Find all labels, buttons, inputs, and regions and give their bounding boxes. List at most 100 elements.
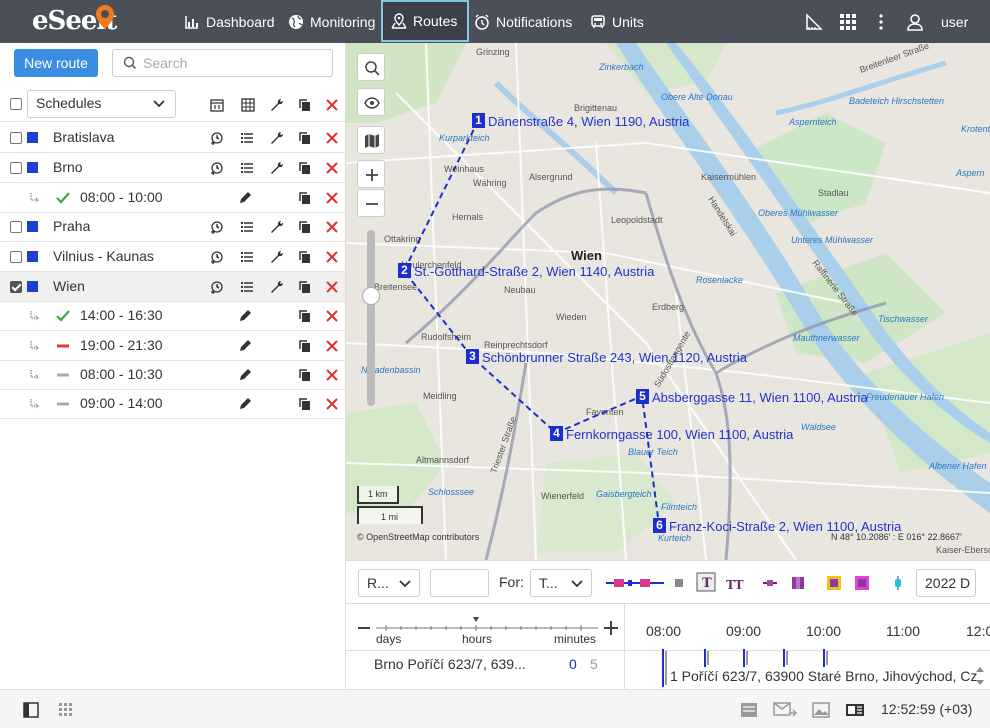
double-text-icon[interactable]: TT <box>725 575 745 593</box>
zoom-out-button[interactable] <box>357 189 385 217</box>
track-point-icon[interactable] <box>762 575 778 591</box>
history-add-icon[interactable] <box>210 220 224 234</box>
send-mail-icon[interactable] <box>773 701 797 719</box>
list-icon[interactable] <box>240 280 254 294</box>
zoom-slider-track[interactable] <box>367 230 375 406</box>
delete-icon[interactable] <box>325 397 339 411</box>
copy-icon[interactable] <box>298 397 312 411</box>
calendar-icon[interactable] <box>210 98 224 112</box>
route-checkbox[interactable] <box>10 221 22 233</box>
apps-grid-icon[interactable] <box>839 13 857 31</box>
list-icon[interactable] <box>240 161 254 175</box>
list-icon[interactable] <box>240 131 254 145</box>
search-input[interactable] <box>143 53 323 73</box>
delete-icon[interactable] <box>325 98 339 112</box>
delete-icon[interactable] <box>325 161 339 175</box>
user-name[interactable]: user <box>941 14 968 30</box>
timeline-scrollbar[interactable] <box>973 664 987 688</box>
route-row-praha[interactable]: Praha <box>0 212 345 242</box>
copy-icon[interactable] <box>298 131 312 145</box>
copy-icon[interactable] <box>298 309 312 323</box>
schedule-row[interactable]: 19:00 - 21:30 <box>0 331 345 361</box>
copy-icon[interactable] <box>298 280 312 294</box>
copy-icon[interactable] <box>298 98 312 112</box>
schedule-row[interactable]: 08:00 - 10:00 <box>0 183 345 213</box>
wrench-icon[interactable] <box>270 131 284 145</box>
layout-icon[interactable] <box>845 702 865 718</box>
wrench-icon[interactable] <box>270 250 284 264</box>
map-search-button[interactable] <box>357 53 385 81</box>
route-point-marker[interactable]: 5 <box>636 389 649 404</box>
delete-icon[interactable] <box>325 250 339 264</box>
route-row-brno[interactable]: Brno <box>0 153 345 183</box>
messages-icon[interactable] <box>740 702 758 718</box>
delete-icon[interactable] <box>325 309 339 323</box>
schedule-row[interactable]: 09:00 - 14:00 <box>0 389 345 419</box>
panel-toggle-icon[interactable] <box>23 702 39 718</box>
zoom-slider-handle[interactable] <box>362 287 380 305</box>
stop-square-icon[interactable] <box>671 575 687 591</box>
schedules-dropdown[interactable]: Schedules <box>27 90 176 118</box>
history-add-icon[interactable] <box>210 161 224 175</box>
new-route-button[interactable]: New route <box>14 49 98 77</box>
wrench-icon[interactable] <box>270 98 284 112</box>
history-add-icon[interactable] <box>210 131 224 145</box>
timeline[interactable]: days hours minutes Brno Poříčí 623/7, 63… <box>346 604 990 689</box>
map-view[interactable]: Grinzing Zinkerbach Obere Alte Donau Bade… <box>346 43 990 560</box>
tracks-select[interactable]: R... <box>358 569 420 597</box>
track-style-icon[interactable] <box>606 575 664 591</box>
schedule-row[interactable]: 08:00 - 10:30 <box>0 360 345 390</box>
wrench-icon[interactable] <box>270 161 284 175</box>
unit-input[interactable] <box>430 569 489 597</box>
image-icon[interactable] <box>812 702 830 718</box>
pink-marker-icon[interactable] <box>854 575 870 591</box>
delete-icon[interactable] <box>325 220 339 234</box>
pencil-icon[interactable] <box>238 397 252 411</box>
wrench-icon[interactable] <box>270 220 284 234</box>
delete-icon[interactable] <box>325 339 339 353</box>
copy-icon[interactable] <box>298 191 312 205</box>
map-attribution[interactable]: © OpenStreetMap contributors <box>357 532 479 542</box>
table-icon[interactable] <box>241 98 255 112</box>
zoom-in-button[interactable] <box>357 160 385 188</box>
route-checkbox[interactable] <box>10 162 22 174</box>
route-point-marker[interactable]: 3 <box>466 349 479 364</box>
route-point-marker[interactable]: 6 <box>653 518 666 533</box>
route-point-marker[interactable]: 4 <box>550 426 563 441</box>
copy-icon[interactable] <box>298 339 312 353</box>
track-segment-icon[interactable] <box>790 575 806 591</box>
delete-icon[interactable] <box>325 191 339 205</box>
list-icon[interactable] <box>240 250 254 264</box>
date-field[interactable]: 2022 D <box>916 569 976 597</box>
delete-icon[interactable] <box>325 131 339 145</box>
yellow-marker-icon[interactable] <box>826 575 842 591</box>
copy-icon[interactable] <box>298 368 312 382</box>
delete-icon[interactable] <box>325 280 339 294</box>
map-layers-button[interactable] <box>357 126 385 154</box>
list-icon[interactable] <box>240 220 254 234</box>
timeline-unit-name[interactable]: Brno Poříčí 623/7, 639... <box>374 656 526 672</box>
delete-icon[interactable] <box>325 368 339 382</box>
wrench-icon[interactable] <box>270 280 284 294</box>
text-toggle-icon[interactable]: T <box>696 572 716 592</box>
period-select[interactable]: T... <box>530 569 592 597</box>
more-vertical-icon[interactable] <box>872 13 890 31</box>
route-point-marker[interactable]: 2 <box>398 263 411 278</box>
nav-notifications[interactable]: Notifications <box>466 0 580 43</box>
route-point-marker[interactable]: 1 <box>472 113 485 128</box>
pencil-icon[interactable] <box>238 339 252 353</box>
route-row-bratislava[interactable]: Bratislava <box>0 123 345 153</box>
user-icon[interactable] <box>906 13 924 31</box>
select-all-checkbox[interactable] <box>10 98 22 110</box>
nav-units[interactable]: Units <box>582 0 652 43</box>
route-row-vilnius-kaunas[interactable]: Vilnius - Kaunas <box>0 242 345 272</box>
history-add-icon[interactable] <box>210 280 224 294</box>
route-checkbox[interactable] <box>10 251 22 263</box>
route-row-wien[interactable]: Wien <box>0 272 345 302</box>
ruler-icon[interactable] <box>805 13 823 31</box>
route-checkbox[interactable] <box>10 132 22 144</box>
copy-icon[interactable] <box>298 161 312 175</box>
nav-dashboard[interactable]: Dashboard <box>176 0 283 43</box>
copy-icon[interactable] <box>298 220 312 234</box>
map-visibility-button[interactable] <box>357 88 385 116</box>
